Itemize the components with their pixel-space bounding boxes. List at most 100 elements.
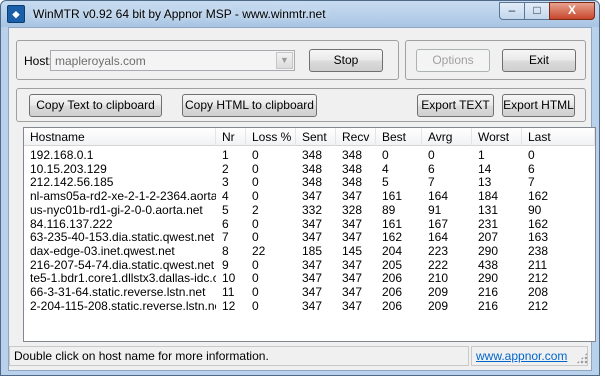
chevron-down-icon[interactable]: ▼	[276, 52, 293, 69]
cell-hostname[interactable]: te5-1.bdr1.core1.dllstx3.dallas-idc.com	[24, 271, 216, 285]
column-header-best[interactable]: Best	[376, 128, 422, 146]
column-header-avrg[interactable]: Avrg	[422, 128, 472, 146]
cell-hostname[interactable]: 212.142.56.185	[24, 175, 216, 189]
column-header-sent[interactable]: Sent	[296, 128, 336, 146]
cell-recv: 347	[342, 189, 363, 204]
cell-hostname[interactable]: 63-235-40-153.dia.static.qwest.net	[24, 230, 216, 244]
cell-hostname[interactable]: 66-3-31-64.static.reverse.lstn.net	[24, 285, 216, 299]
cell-avrg: 209	[428, 298, 449, 313]
cell-best: 161	[382, 189, 403, 204]
cell-avrg: 7	[428, 175, 435, 190]
table-header: Hostname Nr Loss % Sent Recv Best Avrg Worst Las…	[24, 128, 595, 146]
cell-worst: 13	[478, 175, 492, 190]
appnor-link[interactable]: www.appnor.com	[476, 349, 567, 363]
cell-last: 0	[528, 148, 535, 162]
cell-hostname[interactable]: 10.15.203.129	[24, 162, 216, 176]
cell-loss: 0	[252, 298, 259, 313]
cell-recv: 347	[342, 285, 363, 299]
cell-nr: 3	[222, 175, 229, 190]
column-header-recv[interactable]: Recv	[336, 128, 376, 146]
title-bar[interactable]: ◆ WinMTR v0.92 64 bit by Appnor MSP - ww…	[1, 1, 599, 27]
cell-avrg: 167	[428, 216, 449, 231]
cell-nr: 12	[222, 298, 236, 313]
export-html-button[interactable]: Export HTML	[502, 94, 575, 117]
options-group: Options Exit	[405, 40, 586, 80]
cell-last: 162	[528, 216, 549, 231]
cell-sent: 347	[302, 298, 323, 313]
table-row[interactable]: 216-207-54-74.dia.static.qwest.net 9 0 347 3…	[24, 258, 595, 272]
cell-last: 7	[528, 175, 535, 190]
status-link-pane: www.appnor.com	[471, 346, 588, 366]
results-table[interactable]: Hostname Nr Loss % Sent Recv Best Avrg Worst Las…	[23, 127, 596, 342]
stop-button[interactable]: Stop	[309, 49, 383, 72]
cell-best: 162	[382, 230, 403, 245]
cell-loss: 0	[252, 175, 259, 190]
options-button[interactable]: Options	[416, 49, 490, 72]
cell-hostname[interactable]: 2-204-115-208.static.reverse.lstn.net	[24, 299, 216, 313]
cell-hostname[interactable]: 216-207-54-74.dia.static.qwest.net	[24, 258, 216, 272]
exit-button[interactable]: Exit	[502, 49, 576, 72]
table-row[interactable]: te5-1.bdr1.core1.dllstx3.dallas-idc.com 1…	[24, 271, 595, 285]
cell-nr: 6	[222, 216, 229, 231]
column-header-last[interactable]: Last	[522, 128, 595, 146]
cell-last: 211	[528, 257, 548, 272]
copy-text-button[interactable]: Copy Text to clipboard	[29, 94, 162, 117]
cell-recv: 328	[342, 202, 363, 217]
table-row[interactable]: us-nyc01b-rd1-gi-2-0-0.aorta.net 5 2 332 328…	[24, 203, 595, 217]
cell-nr: 9	[222, 257, 229, 272]
column-header-worst[interactable]: Worst	[472, 128, 522, 146]
cell-hostname[interactable]: nl-ams05a-rd2-xe-2-1-2-2364.aorta.net	[24, 189, 216, 203]
cell-loss: 0	[252, 189, 259, 204]
cell-nr: 10	[222, 271, 236, 286]
cell-recv: 348	[342, 175, 363, 190]
table-row[interactable]: 63-235-40-153.dia.static.qwest.net 7 0 347 3…	[24, 230, 595, 244]
close-button[interactable]: X	[549, 2, 595, 20]
cell-best: 4	[382, 161, 389, 176]
cell-sent: 347	[302, 189, 323, 204]
column-header-loss[interactable]: Loss %	[246, 128, 296, 146]
cell-loss: 0	[252, 230, 259, 245]
minimize-button[interactable]: –	[499, 2, 525, 20]
maximize-button[interactable]: □	[524, 2, 550, 20]
host-input[interactable]	[53, 52, 275, 69]
cell-hostname[interactable]: us-nyc01b-rd1-gi-2-0-0.aorta.net	[24, 203, 216, 217]
export-group: Copy Text to clipboard Copy HTML to clip…	[16, 88, 586, 122]
table-row[interactable]: 192.168.0.1 1 0 348 348 0 0 1 0	[24, 148, 595, 162]
cell-avrg: 223	[428, 243, 449, 258]
cell-best: 161	[382, 216, 403, 231]
export-text-button[interactable]: Export TEXT	[417, 94, 494, 117]
cell-loss: 0	[252, 148, 259, 162]
cell-last: 212	[528, 271, 549, 286]
cell-worst: 184	[478, 189, 499, 204]
cell-hostname[interactable]: 84.116.137.222	[24, 217, 216, 231]
status-message: Double click on host name for more infor…	[9, 346, 469, 366]
cell-worst: 290	[478, 271, 499, 286]
cell-best: 206	[382, 285, 403, 299]
cell-loss: 0	[252, 161, 259, 176]
table-row[interactable]: nl-ams05a-rd2-xe-2-1-2-2364.aorta.net 4 0 3…	[24, 189, 595, 203]
cell-hostname[interactable]: dax-edge-03.inet.qwest.net	[24, 244, 216, 258]
host-combobox[interactable]: ▼	[50, 50, 295, 71]
copy-html-button[interactable]: Copy HTML to clipboard	[182, 94, 317, 117]
cell-last: 6	[528, 161, 535, 176]
cell-hostname[interactable]: 192.168.0.1	[24, 148, 216, 162]
table-row[interactable]: 84.116.137.222 6 0 347 347 161 167 231 162	[24, 217, 595, 231]
table-row[interactable]: 66-3-31-64.static.reverse.lstn.net 11 0 347…	[24, 285, 595, 299]
cell-nr: 7	[222, 230, 229, 245]
cell-nr: 5	[222, 202, 229, 217]
cell-nr: 2	[222, 161, 229, 176]
table-row[interactable]: dax-edge-03.inet.qwest.net 8 22 185 145 204 22…	[24, 244, 595, 258]
cell-best: 0	[382, 148, 389, 162]
table-row[interactable]: 2-204-115-208.static.reverse.lstn.net 12 0…	[24, 299, 595, 313]
cell-best: 206	[382, 271, 403, 286]
table-row[interactable]: 212.142.56.185 3 0 348 348 5 7 13 7	[24, 175, 595, 189]
cell-best: 89	[382, 202, 396, 217]
cell-nr: 11	[222, 285, 235, 299]
cell-recv: 347	[342, 230, 363, 245]
column-header-hostname[interactable]: Hostname	[24, 128, 216, 146]
cell-last: 90	[528, 202, 542, 217]
host-group: Host: ▼ Stop	[16, 40, 399, 80]
table-row[interactable]: 10.15.203.129 2 0 348 348 4 6 14 6	[24, 162, 595, 176]
column-header-nr[interactable]: Nr	[216, 128, 246, 146]
cell-avrg: 91	[428, 202, 442, 217]
